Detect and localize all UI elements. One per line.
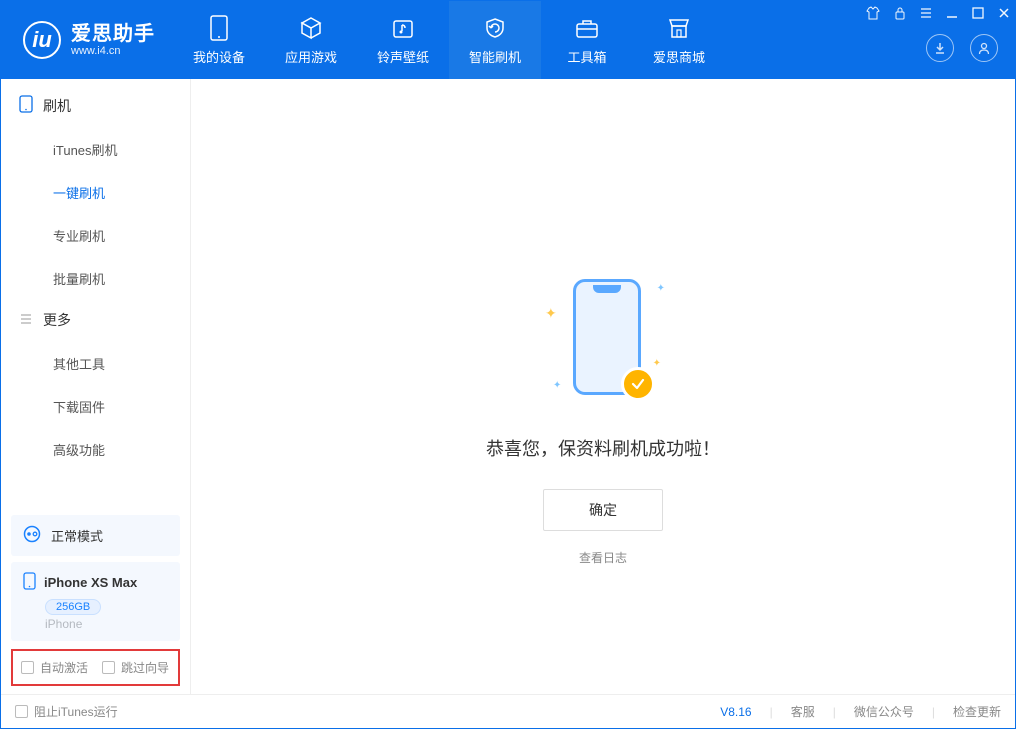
sparkle-icon: ✦ — [657, 283, 665, 294]
sparkle-icon: ✦ — [545, 305, 557, 322]
customer-service-link[interactable]: 客服 — [791, 703, 815, 720]
brand-url: www.i4.cn — [71, 45, 155, 57]
store-icon — [666, 15, 692, 41]
phone-icon — [206, 15, 232, 41]
block-itunes-checkbox[interactable]: 阻止iTunes运行 — [15, 703, 118, 720]
device-name: iPhone XS Max — [44, 575, 137, 590]
device-type: iPhone — [45, 617, 168, 631]
section-title: 刷机 — [43, 96, 71, 116]
close-button[interactable] — [998, 7, 1010, 19]
sidebar-item-advanced[interactable]: 高级功能 — [53, 428, 190, 471]
ok-button[interactable]: 确定 — [543, 489, 663, 531]
mode-label: 正常模式 — [51, 526, 103, 545]
shirt-icon[interactable] — [866, 6, 880, 20]
minimize-button[interactable] — [946, 7, 958, 19]
nav-store[interactable]: 爱思商城 — [633, 1, 725, 79]
device-card[interactable]: iPhone XS Max 256GB iPhone — [11, 562, 180, 641]
sparkle-icon: ✦ — [553, 380, 561, 391]
window-controls — [866, 6, 1010, 20]
success-illustration: ✦ ✦ ✦ ✦ — [543, 279, 663, 409]
sidebar: 刷机 iTunes刷机 一键刷机 专业刷机 批量刷机 更多 其他工具 下载固件 … — [1, 79, 191, 694]
check-update-link[interactable]: 检查更新 — [953, 703, 1001, 720]
success-message: 恭喜您，保资料刷机成功啦！ — [486, 435, 720, 461]
brand-logo-icon: iu — [23, 21, 61, 59]
header: iu 爱思助手 www.i4.cn 我的设备 应用游戏 — [1, 1, 1015, 79]
device-phone-icon — [23, 572, 36, 593]
sidebar-section-flash: 刷机 — [1, 79, 190, 128]
nav-label: 铃声壁纸 — [377, 47, 429, 66]
sidebar-item-pro-flash[interactable]: 专业刷机 — [53, 214, 190, 257]
nav-smart-flash[interactable]: 智能刷机 — [449, 1, 541, 79]
mode-icon — [23, 525, 41, 546]
nav-label: 智能刷机 — [469, 47, 521, 66]
checkbox-icon — [102, 661, 115, 674]
version-label: V8.16 — [720, 705, 751, 719]
nav-label: 爱思商城 — [653, 47, 705, 66]
nav-apps-games[interactable]: 应用游戏 — [265, 1, 357, 79]
nav-label: 应用游戏 — [285, 47, 337, 66]
check-badge-icon — [621, 367, 655, 401]
section-title: 更多 — [43, 310, 71, 330]
nav-ringtones-wallpapers[interactable]: 铃声壁纸 — [357, 1, 449, 79]
footer: 阻止iTunes运行 V8.16 | 客服 | 微信公众号 | 检查更新 — [1, 694, 1015, 728]
maximize-button[interactable] — [972, 7, 984, 19]
nav-my-device[interactable]: 我的设备 — [173, 1, 265, 79]
user-icon[interactable] — [970, 34, 998, 62]
device-storage: 256GB — [45, 599, 101, 615]
checkbox-icon — [15, 705, 28, 718]
sidebar-item-itunes-flash[interactable]: iTunes刷机 — [53, 128, 190, 171]
sparkle-icon: ✦ — [653, 358, 661, 369]
cube-icon — [298, 15, 324, 41]
brand: iu 爱思助手 www.i4.cn — [1, 1, 173, 79]
sidebar-item-download-firmware[interactable]: 下载固件 — [53, 385, 190, 428]
lock-icon[interactable] — [894, 6, 906, 20]
sidebar-item-oneclick-flash[interactable]: 一键刷机 — [53, 171, 190, 214]
brand-name: 爱思助手 — [71, 23, 155, 45]
download-icon[interactable] — [926, 34, 954, 62]
wechat-link[interactable]: 微信公众号 — [854, 703, 914, 720]
view-log-link[interactable]: 查看日志 — [579, 549, 627, 566]
auto-activate-checkbox[interactable]: 自动激活 — [21, 659, 88, 676]
options-highlight-box: 自动激活 跳过向导 — [11, 649, 180, 686]
header-right-icons — [926, 34, 998, 62]
toolbox-icon — [574, 15, 600, 41]
nav-toolbox[interactable]: 工具箱 — [541, 1, 633, 79]
device-icon — [19, 95, 33, 116]
skip-guide-checkbox[interactable]: 跳过向导 — [102, 659, 169, 676]
checkbox-icon — [21, 661, 34, 674]
nav-label: 我的设备 — [193, 47, 245, 66]
checkbox-label: 跳过向导 — [121, 659, 169, 676]
music-folder-icon — [390, 15, 416, 41]
sidebar-item-other-tools[interactable]: 其他工具 — [53, 342, 190, 385]
checkbox-label: 阻止iTunes运行 — [34, 703, 118, 720]
menu-icon[interactable] — [920, 7, 932, 19]
mode-card[interactable]: 正常模式 — [11, 515, 180, 556]
main-content: ✦ ✦ ✦ ✦ 恭喜您，保资料刷机成功啦！ 确定 查看日志 — [191, 79, 1015, 694]
checkbox-label: 自动激活 — [40, 659, 88, 676]
nav-label: 工具箱 — [567, 47, 606, 66]
refresh-shield-icon — [482, 15, 508, 41]
list-icon — [19, 312, 33, 329]
sidebar-item-batch-flash[interactable]: 批量刷机 — [53, 257, 190, 300]
sidebar-section-more: 更多 — [1, 300, 190, 342]
